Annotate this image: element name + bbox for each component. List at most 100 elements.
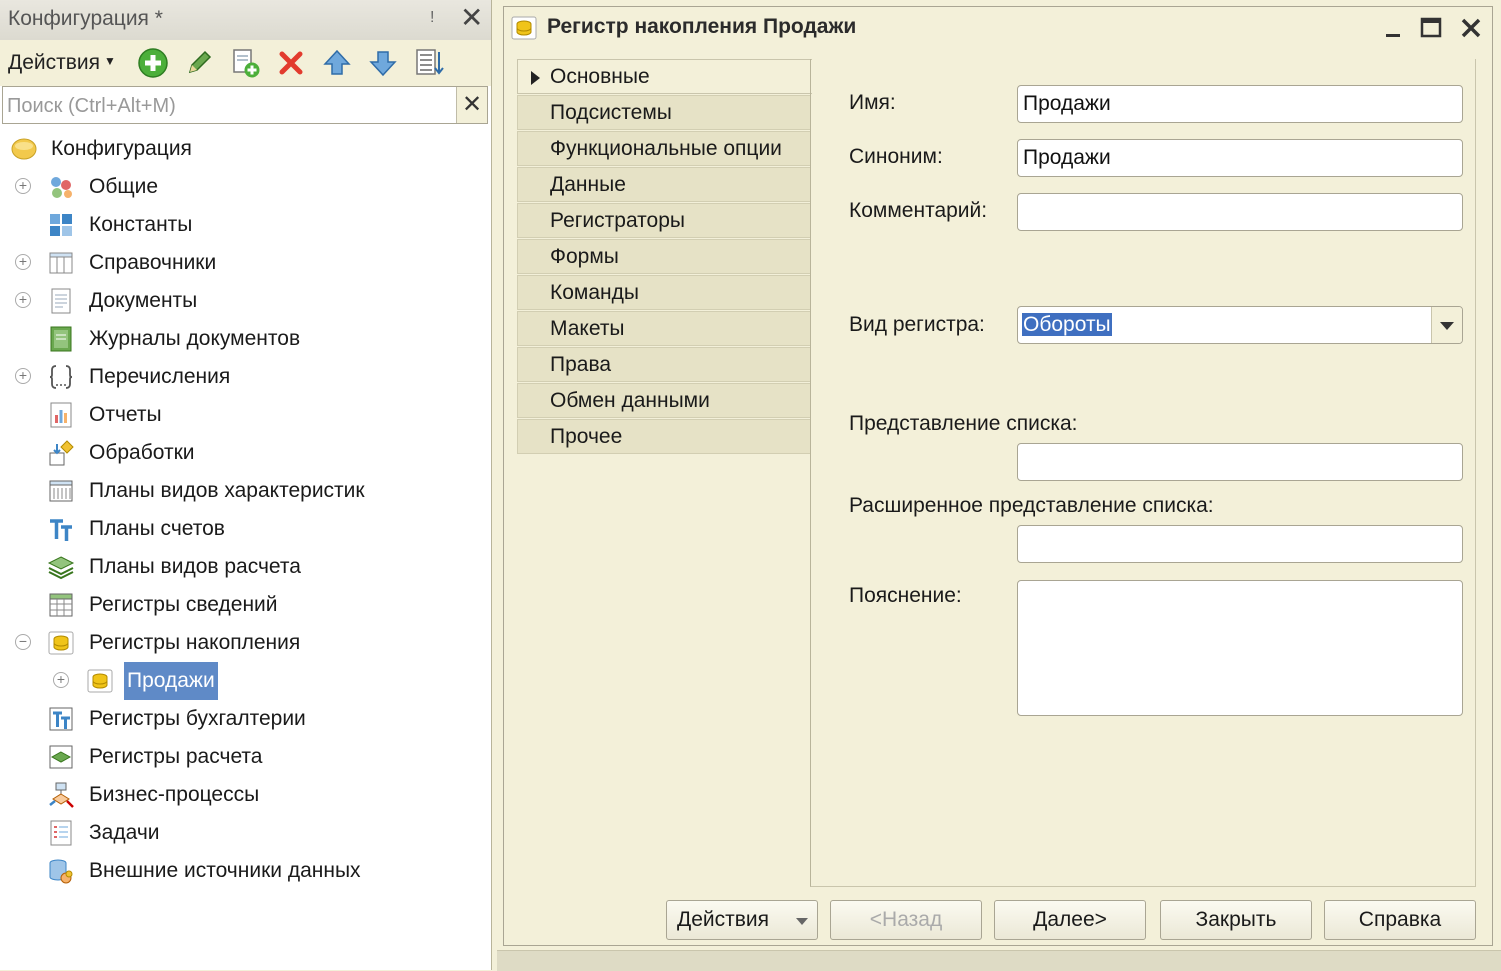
tree-item[interactable]: + Справочники (0, 244, 491, 282)
list-presentation-field[interactable] (1017, 443, 1463, 481)
configuration-icon (11, 138, 37, 160)
tree-item-label: Регистры сведений (89, 593, 278, 616)
move-up-icon[interactable] (320, 46, 354, 80)
tree-item[interactable]: Константы (0, 206, 491, 244)
tree-item-label: Внешние источники данных (89, 859, 361, 882)
sort-icon[interactable] (412, 46, 446, 80)
pin-icon[interactable]: ǃ (430, 9, 434, 27)
actions-menu-label: Действия (8, 51, 101, 74)
configuration-panel: Конфигурация * ǃ ✕ Действия ▼ Поиск (Ctr… (0, 0, 492, 970)
tree-item-label: Перечисления (89, 365, 231, 388)
tree-item[interactable]: Обработки (0, 434, 491, 472)
tree-item-label: Задачи (89, 821, 160, 844)
register-type-value: Обороты (1022, 313, 1112, 336)
expand-icon[interactable]: + (53, 672, 69, 688)
close-icon[interactable]: ✕ (460, 3, 483, 33)
panel-title: Конфигурация * (8, 7, 163, 30)
enumerations-icon (49, 365, 73, 389)
information-registers-icon (49, 593, 73, 617)
search-input[interactable] (5, 91, 449, 121)
tab-item[interactable]: Основные (517, 59, 812, 94)
move-down-icon[interactable] (366, 46, 400, 80)
tab-item[interactable]: Команды (517, 275, 811, 310)
tab-item[interactable]: Обмен данными (517, 383, 811, 418)
external-data-sources-icon (49, 859, 73, 884)
document-journals-icon (50, 326, 72, 352)
dropdown-arrow-icon[interactable] (1431, 307, 1462, 343)
expand-icon[interactable]: + (15, 368, 31, 384)
delete-icon[interactable] (274, 46, 308, 80)
add-icon[interactable] (136, 46, 170, 80)
tree-item[interactable]: + Документы (0, 282, 491, 320)
tree-item[interactable]: Конфигурация (0, 130, 491, 168)
ext-list-presentation-field[interactable] (1017, 525, 1463, 563)
reports-icon (50, 402, 72, 428)
tab-label: Прочее (550, 425, 623, 448)
expand-icon[interactable]: + (15, 292, 31, 308)
synonym-field[interactable]: Продажи (1017, 139, 1463, 177)
collapse-icon[interactable]: − (15, 634, 31, 650)
tab-label: Права (550, 353, 612, 376)
tree-item-label: Бизнес-процессы (89, 783, 260, 806)
tree-item[interactable]: Планы видов характеристик (0, 472, 491, 510)
tab-item[interactable]: Макеты (517, 311, 811, 346)
tree-item[interactable]: Внешние источники данных (0, 852, 491, 890)
register-type-select[interactable]: Обороты (1017, 306, 1463, 344)
tab-item[interactable]: Права (517, 347, 811, 382)
tree-item[interactable]: Регистры расчета (0, 738, 491, 776)
tab-item[interactable]: Подсистемы (517, 95, 811, 130)
tree-item-label: Конфигурация (51, 137, 192, 160)
help-button[interactable]: Справка (1324, 900, 1476, 940)
tab-item[interactable]: Функциональные опции (517, 131, 811, 166)
close-window-icon[interactable] (1456, 13, 1486, 43)
explanation-textarea[interactable] (1017, 580, 1463, 716)
accumulation-register-icon (87, 669, 113, 693)
tree-item[interactable]: Планы видов расчета (0, 548, 491, 586)
next-button[interactable]: Далее> (994, 900, 1146, 940)
back-button[interactable]: <Назад (830, 900, 982, 940)
tree-item[interactable]: Регистры бухгалтерии (0, 700, 491, 738)
accumulation-registers-icon (48, 631, 74, 655)
data-processors-icon (49, 440, 74, 466)
tree-item[interactable]: Бизнес-процессы (0, 776, 491, 814)
tree-item[interactable]: + Общие (0, 168, 491, 206)
tab-label: Команды (550, 281, 639, 304)
tree-item[interactable]: − Регистры накопления (0, 624, 491, 662)
tree-item[interactable]: Задачи (0, 814, 491, 852)
actions-button[interactable]: Действия (666, 900, 818, 940)
register-type-label: Вид регистра: (849, 313, 985, 336)
minimize-icon[interactable] (1378, 13, 1408, 43)
business-processes-icon (49, 782, 74, 808)
expand-icon[interactable]: + (15, 178, 31, 194)
register-window: Регистр накопления Продажи Основные Подси… (497, 0, 1501, 970)
tree-item-label: Документы (89, 289, 198, 312)
tree-item-label: Отчеты (89, 403, 162, 426)
synonym-label: Синоним: (849, 145, 943, 168)
tree-item-label: Общие (89, 175, 159, 198)
actions-menu-button[interactable]: Действия ▼ (8, 51, 116, 75)
expand-icon[interactable]: + (15, 254, 31, 270)
tab-item[interactable]: Данные (517, 167, 811, 202)
clear-search-icon[interactable]: ✕ (456, 87, 487, 123)
close-button[interactable]: Закрыть (1160, 900, 1312, 940)
tree-item[interactable]: Журналы документов (0, 320, 491, 358)
chevron-down-icon (796, 918, 808, 925)
maximize-icon[interactable] (1416, 13, 1446, 43)
tree-item[interactable]: Отчеты (0, 396, 491, 434)
tree-item-label: Планы видов расчета (89, 555, 301, 578)
tab-item[interactable]: Формы (517, 239, 811, 274)
window-frame: Регистр накопления Продажи Основные Подси… (503, 6, 1493, 946)
copy-add-icon[interactable] (228, 46, 262, 80)
tree-item[interactable]: Регистры сведений (0, 586, 491, 624)
tree-item[interactable]: + Перечисления (0, 358, 491, 396)
name-field[interactable]: Продажи (1017, 85, 1463, 123)
tab-item[interactable]: Регистраторы (517, 203, 811, 238)
tree-item[interactable]: + Продажи (0, 662, 491, 700)
tab-item[interactable]: Прочее (517, 419, 811, 454)
tasks-icon (50, 820, 72, 846)
comment-field[interactable] (1017, 193, 1463, 231)
tree-item[interactable]: Планы счетов (0, 510, 491, 548)
edit-icon[interactable] (182, 46, 216, 80)
accounting-registers-icon (49, 707, 73, 731)
tab-label: Данные (550, 173, 626, 196)
